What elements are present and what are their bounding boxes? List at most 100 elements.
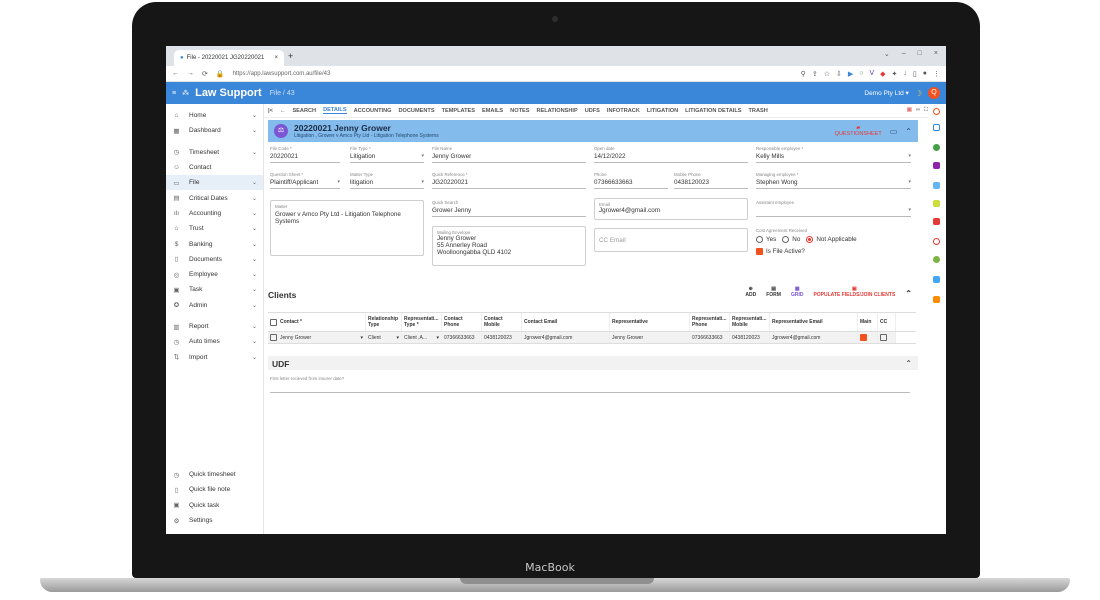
star-icon[interactable]: ☆ — [824, 70, 830, 78]
calendar-icon[interactable] — [933, 124, 940, 131]
main-checkbox[interactable] — [860, 334, 867, 341]
message-icon[interactable] — [933, 218, 940, 225]
file-type-select[interactable]: File Type * Litigation ▾ — [350, 146, 424, 163]
browser-tab[interactable]: ● File - 20220021 JG20220021 × — [174, 50, 284, 66]
zoom-icon[interactable]: ⚲ — [801, 70, 806, 78]
col-cc[interactable]: CC — [878, 313, 896, 331]
chat-icon[interactable] — [933, 182, 940, 189]
history-icon[interactable] — [933, 238, 940, 245]
theme-toggle-icon[interactable]: ☽ — [915, 89, 922, 98]
file-name-field[interactable]: File Name Jenny Grower — [432, 146, 586, 163]
question-sheet-select[interactable]: Question Sheet * Plaintiff/Applicant ▾ — [270, 172, 340, 189]
user-avatar[interactable]: Q — [928, 87, 940, 99]
col-rep-email[interactable]: Representative Email — [770, 313, 858, 331]
url-field[interactable]: https://app.lawsupport.com.au/file/43 — [233, 71, 793, 77]
quick-reference-field[interactable]: Quick Reference * JG20220021 — [432, 172, 586, 189]
sidebar-item-file[interactable]: ▭ File ⌄ — [166, 175, 263, 191]
close-window-icon[interactable]: × — [934, 50, 938, 58]
col-rep-mobile[interactable]: Representati... Mobile — [730, 313, 770, 331]
quick-task[interactable]: ▣ Quick task — [166, 498, 264, 513]
add-client-button[interactable]: ⊕ ADD — [745, 286, 756, 298]
radio-yes[interactable]: Yes — [756, 236, 776, 243]
tab-search[interactable]: SEARCH — [292, 108, 316, 114]
sidebar-item-import[interactable]: ⇅ Import ⌄ — [166, 349, 263, 364]
briefcase-icon[interactable] — [933, 296, 940, 303]
table-row[interactable]: Jenny Grower ▾ Client ▾ Client ,A... ▾ 0736… — [268, 332, 916, 344]
row-checkbox[interactable] — [270, 334, 277, 341]
menu-kebab-icon[interactable]: ⋮ — [933, 70, 940, 78]
cc-checkbox[interactable] — [880, 334, 887, 341]
sidebar-item-trust[interactable]: ⌂ Trust ⌄ — [166, 221, 263, 236]
assistant-employee-select[interactable]: Assistant employee ▾ — [756, 200, 911, 217]
location-icon[interactable] — [933, 256, 940, 263]
tab-infotrack[interactable]: INFOTRACK — [607, 108, 640, 114]
collapse-icon[interactable]: ⌃ — [905, 127, 912, 136]
settings[interactable]: ⚙ Settings — [166, 513, 264, 528]
tab-litigation-details[interactable]: LITIGATION DETAILS — [685, 108, 741, 114]
first-page-icon[interactable]: |< — [268, 108, 273, 114]
col-representative[interactable]: Representative — [610, 313, 690, 331]
col-main[interactable]: Main — [858, 313, 878, 331]
extension-multi-icon[interactable]: ◆ — [880, 70, 885, 78]
col-rep-phone[interactable]: Representati... Phone — [690, 313, 730, 331]
file-code-field[interactable]: File Code * 20220021 — [270, 146, 340, 163]
reload-icon[interactable]: ⟳ — [202, 70, 208, 78]
briefcase-icon[interactable]: ▣ — [907, 107, 912, 114]
is-file-active-checkbox[interactable]: Is File Active? — [756, 248, 911, 255]
tab-documents[interactable]: DOCUMENTS — [399, 108, 435, 114]
responsible-employee-select[interactable]: Responsible employee * Kelly Mills ▾ — [756, 146, 911, 163]
mobile-field[interactable]: Mobile Phone 0438120023 — [674, 172, 748, 189]
sidebar-item-contact[interactable]: ☺ Contact — [166, 160, 263, 175]
dropdown-icon[interactable]: ▾ — [396, 335, 399, 341]
phone-field[interactable]: Phone 07366633663 — [594, 172, 668, 189]
email-field[interactable]: Email Jgrower4@gmail.com — [594, 198, 748, 220]
sidebar-item-task[interactable]: ▣ Task ⌄ — [166, 282, 263, 297]
udf-field[interactable]: First letter recieved from insurer date? — [270, 376, 910, 393]
download-icon[interactable]: ⇩ — [836, 70, 842, 78]
sidebar-item-accounting[interactable]: ılı Accounting ⌄ — [166, 206, 263, 221]
dropdown-icon[interactable]: ⌄ — [884, 50, 890, 58]
sidebar-item-dashboard[interactable]: ▦ Dashboard ⌄ — [166, 123, 263, 138]
collapse-clients-icon[interactable]: ⌃ — [905, 289, 912, 298]
timer-icon[interactable] — [933, 108, 940, 115]
new-tab-icon[interactable]: + — [288, 51, 293, 61]
back-icon[interactable]: ← — [172, 70, 179, 77]
sidebar-item-documents[interactable]: ▯ Documents ⌄ — [166, 252, 263, 267]
sidebar-item-timesheet[interactable]: ◷ Timesheet ⌄ — [166, 145, 263, 160]
tab-notes[interactable]: NOTES — [510, 108, 529, 114]
col-contact-phone[interactable]: Contact Phone — [442, 313, 482, 331]
sidebar-item-admin[interactable]: ✪ Admin ⌄ — [166, 298, 263, 313]
open-date-field[interactable]: Open date 14/12/2022 — [594, 146, 748, 163]
tab-trash[interactable]: TRASH — [749, 108, 768, 114]
maximize-icon[interactable]: □ — [918, 50, 922, 58]
sidebar-item-banking[interactable]: $ Banking ⌄ — [166, 236, 263, 251]
hamburger-icon[interactable]: ≡ — [172, 90, 176, 97]
link-icon[interactable]: ∞ — [916, 107, 920, 114]
profile-icon[interactable]: ● — [923, 70, 927, 78]
sidebar-item-report[interactable]: ▥ Report ⌄ — [166, 319, 263, 334]
downloads-icon[interactable]: ↓ — [903, 70, 907, 78]
populate-fields-button[interactable]: ▣ POPULATE FIELDS/JOIN CLIENTS — [813, 286, 895, 298]
sidebar-item-home[interactable]: ⌂ Home ⌄ — [166, 108, 263, 123]
quick-timesheet[interactable]: ◷ Quick timesheet — [166, 467, 264, 482]
close-tab-icon[interactable]: × — [274, 55, 278, 61]
radio-not-applicable[interactable]: Not Applicable — [806, 236, 857, 243]
tab-templates[interactable]: TEMPLATES — [442, 108, 475, 114]
col-rep-type[interactable]: Representati... Type * — [402, 313, 442, 331]
grid-view-button[interactable]: ▦ GRID — [791, 286, 804, 298]
tab-accounting[interactable]: ACCOUNTING — [354, 108, 392, 114]
share-icon[interactable]: ⇪ — [812, 70, 818, 78]
forward-icon[interactable]: → — [187, 70, 194, 77]
sidebar-item-employee[interactable]: ◎ Employee ⌄ — [166, 267, 263, 282]
sidebar-item-auto-times[interactable]: ◷ Auto times ⌄ — [166, 334, 263, 349]
tab-udfs[interactable]: UDFS — [585, 108, 600, 114]
col-contact[interactable]: Contact * — [268, 313, 366, 331]
managing-employee-select[interactable]: Managing employee * Stephen Wong ▾ — [756, 172, 911, 189]
dropdown-icon[interactable]: ▾ — [360, 335, 363, 341]
cc-email-field[interactable]: CC Email — [594, 228, 748, 252]
form-view-button[interactable]: ▤ FORM — [766, 286, 781, 298]
company-selector[interactable]: Demo Pty Ltd ▾ — [864, 89, 908, 97]
tag-icon[interactable] — [933, 162, 940, 169]
collapse-udf-icon[interactable]: ⌃ — [905, 359, 912, 368]
tab-emails[interactable]: EMAILS — [482, 108, 503, 114]
